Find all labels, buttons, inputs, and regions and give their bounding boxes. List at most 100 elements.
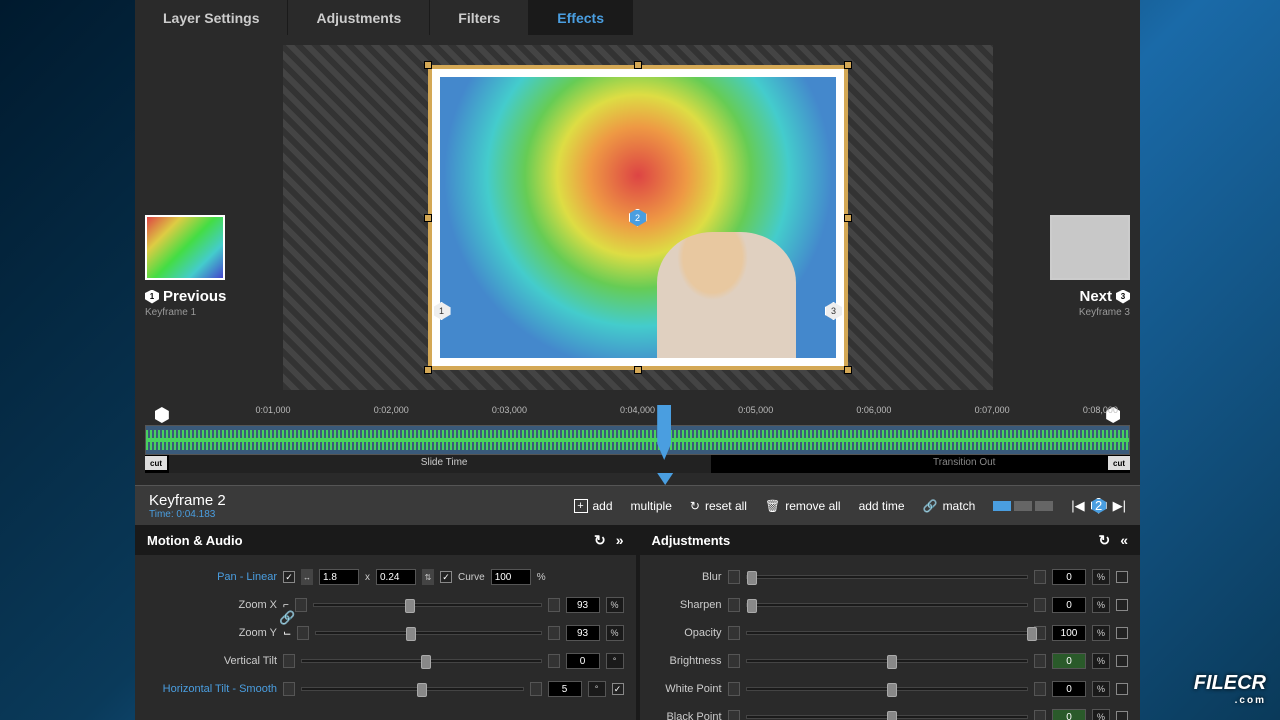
slider-start[interactable] (297, 626, 309, 640)
audio-waveform[interactable] (145, 425, 1130, 455)
prev-keyframe-nav[interactable]: 1Previous Keyframe 1 (145, 215, 235, 318)
slider-start[interactable] (728, 654, 740, 668)
adj-slider[interactable] (746, 659, 1029, 663)
next-keyframe-nav[interactable]: Next3 Keyframe 3 (1040, 215, 1130, 318)
slider-end[interactable] (1034, 598, 1046, 612)
thumb-size-toggle[interactable] (993, 501, 1053, 511)
resize-handle-tl[interactable] (424, 61, 432, 69)
adj-checkbox[interactable] (1116, 655, 1128, 667)
resize-handle-mr[interactable] (844, 214, 852, 222)
zoomy-value[interactable]: 93 (566, 625, 600, 641)
adj-checkbox[interactable] (1116, 711, 1128, 720)
adj-checkbox[interactable] (1116, 683, 1128, 695)
time-ruler[interactable]: 0:01,000 0:02,000 0:03,000 0:04,000 0:05… (145, 405, 1130, 425)
cut-badge-right[interactable]: cut (1108, 456, 1130, 470)
resize-handle-bl[interactable] (424, 366, 432, 374)
pan-x-input[interactable]: 1.8 (319, 569, 359, 585)
htilt-slider[interactable] (301, 687, 524, 691)
zoomy-label: Zoom Y (147, 627, 277, 639)
add-button[interactable]: +add (574, 499, 613, 513)
adj-value[interactable]: 0 (1052, 653, 1086, 669)
slider-start[interactable] (295, 598, 307, 612)
vtilt-unit: ° (606, 653, 624, 669)
adj-value[interactable]: 0 (1052, 681, 1086, 697)
slider-start[interactable] (728, 570, 740, 584)
tab-layer-settings[interactable]: Layer Settings (135, 0, 288, 35)
pan-y-input[interactable]: 0.24 (376, 569, 416, 585)
trash-icon: 🗑 (765, 499, 780, 513)
curve-input[interactable]: 100 (491, 569, 531, 585)
reset-all-button[interactable]: ↻reset all (690, 499, 747, 513)
zoom-link-icon[interactable]: 🔗 (279, 610, 295, 626)
resize-handle-ml[interactable] (424, 214, 432, 222)
slider-end[interactable] (1034, 570, 1046, 584)
pan-label[interactable]: Pan - Linear (147, 571, 277, 583)
vtilt-label: Vertical Tilt (147, 655, 277, 667)
slider-end[interactable] (530, 682, 542, 696)
adj-slider[interactable] (746, 575, 1029, 579)
adj-value[interactable]: 100 (1052, 625, 1086, 641)
adj-value[interactable]: 0 (1052, 709, 1086, 720)
resize-handle-tr[interactable] (844, 61, 852, 69)
adj-checkbox[interactable] (1116, 627, 1128, 639)
timeline-start-marker[interactable] (155, 407, 169, 423)
prev-thumbnail[interactable] (145, 215, 225, 280)
adj-checkbox[interactable] (1116, 599, 1128, 611)
vtilt-slider[interactable] (301, 659, 542, 663)
resize-handle-bm[interactable] (634, 366, 642, 374)
slider-end[interactable] (548, 654, 560, 668)
zoomy-slider[interactable] (315, 631, 541, 635)
slider-end[interactable] (548, 626, 560, 640)
slider-end[interactable] (1034, 682, 1046, 696)
slider-end[interactable] (1034, 654, 1046, 668)
pan-checkbox[interactable] (283, 571, 295, 583)
remove-all-button[interactable]: 🗑remove all (765, 499, 841, 513)
adj-checkbox[interactable] (1116, 571, 1128, 583)
slider-end[interactable] (548, 598, 560, 612)
transition-out-label: Transition Out (933, 457, 995, 468)
adj-value[interactable]: 0 (1052, 597, 1086, 613)
adj-slider[interactable] (746, 687, 1029, 691)
keyframe-first-icon[interactable]: |◀ (1071, 498, 1084, 514)
htilt-checkbox[interactable] (612, 683, 624, 695)
keyframe-last-icon[interactable]: ▶| (1113, 498, 1126, 514)
adj-slider[interactable] (746, 715, 1029, 719)
slider-start[interactable] (728, 710, 740, 720)
prev-label: Previous (163, 288, 226, 305)
adj-slider[interactable] (746, 603, 1029, 607)
htilt-label[interactable]: Horizontal Tilt - Smooth (147, 683, 277, 695)
panel-collapse-icon[interactable]: « (1120, 532, 1128, 548)
pan-arrows-icon[interactable]: ↔ (301, 569, 313, 585)
playhead-arrow-icon[interactable] (657, 473, 673, 485)
tab-effects[interactable]: Effects (529, 0, 633, 35)
htilt-value[interactable]: 5 (548, 681, 582, 697)
resize-handle-br[interactable] (844, 366, 852, 374)
pan-spin-icon[interactable]: ⇅ (422, 569, 434, 585)
cut-badge-left[interactable]: cut (145, 456, 167, 470)
next-thumbnail[interactable] (1050, 215, 1130, 280)
vtilt-value[interactable]: 0 (566, 653, 600, 669)
slider-start[interactable] (283, 654, 295, 668)
zoomx-value[interactable]: 93 (566, 597, 600, 613)
resize-handle-tm[interactable] (634, 61, 642, 69)
tab-filters[interactable]: Filters (430, 0, 529, 35)
slider-start[interactable] (283, 682, 295, 696)
adj-unit: % (1092, 709, 1110, 720)
tick: 0:02,000 (374, 405, 409, 415)
panel-reset-icon[interactable]: ↻ (594, 532, 606, 549)
slider-end[interactable] (1034, 710, 1046, 720)
adj-slider[interactable] (746, 631, 1029, 635)
tab-adjustments[interactable]: Adjustments (288, 0, 430, 35)
zoomx-slider[interactable] (313, 603, 542, 607)
match-button[interactable]: 🔗match (923, 499, 976, 513)
selected-layer[interactable]: 1 2 3 (428, 65, 848, 370)
multiple-button[interactable]: multiple (631, 499, 672, 513)
panel-reset-icon[interactable]: ↻ (1098, 532, 1110, 549)
slider-start[interactable] (728, 682, 740, 696)
adj-value[interactable]: 0 (1052, 569, 1086, 585)
panel-expand-icon[interactable]: » (616, 532, 624, 548)
slider-start[interactable] (728, 626, 740, 640)
add-time-button[interactable]: add time (859, 499, 905, 513)
slider-start[interactable] (728, 598, 740, 612)
curve-checkbox[interactable] (440, 571, 452, 583)
